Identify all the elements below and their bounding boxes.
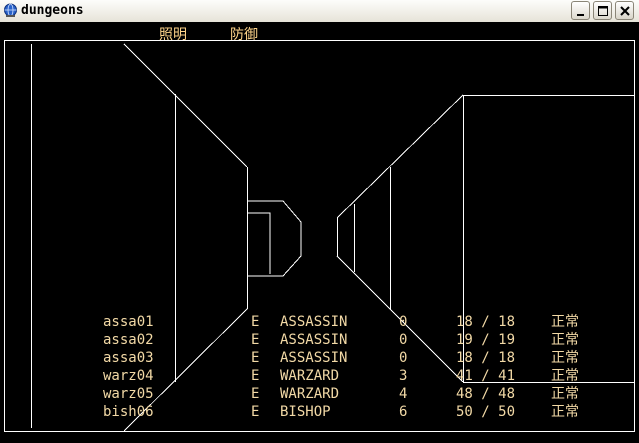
member-hp: 19 / 19 bbox=[456, 332, 516, 348]
member-name: warz05 bbox=[103, 386, 154, 402]
member-class: ASSASSIN bbox=[280, 350, 348, 366]
member-ac: 4 bbox=[399, 386, 408, 402]
member-status: 正常 bbox=[551, 368, 579, 384]
member-status: 正常 bbox=[551, 350, 579, 366]
member-ac: 0 bbox=[399, 332, 408, 348]
globe-icon bbox=[4, 3, 17, 17]
party-member-row[interactable]: assa03 E ASSASSIN 0 18 / 18 正常 bbox=[0, 349, 639, 367]
party-member-row[interactable]: assa02 E ASSASSIN 0 19 / 19 正常 bbox=[0, 331, 639, 349]
member-name: assa02 bbox=[103, 332, 154, 348]
minimize-icon bbox=[577, 14, 584, 16]
member-name: bish06 bbox=[103, 404, 154, 420]
close-button[interactable] bbox=[615, 1, 634, 20]
member-ac: 0 bbox=[399, 350, 408, 366]
window-title: dungeons bbox=[21, 3, 84, 18]
member-alignment: E bbox=[251, 314, 260, 330]
maximize-button[interactable] bbox=[593, 1, 612, 20]
member-class: ASSASSIN bbox=[280, 332, 348, 348]
member-name: assa01 bbox=[103, 314, 154, 330]
member-alignment: E bbox=[251, 386, 260, 402]
member-class: ASSASSIN bbox=[280, 314, 348, 330]
party-member-row[interactable]: warz04 E WARZARD 3 41 / 41 正常 bbox=[0, 367, 639, 385]
member-status: 正常 bbox=[551, 404, 579, 420]
close-icon bbox=[620, 6, 630, 16]
member-alignment: E bbox=[251, 368, 260, 384]
member-ac: 6 bbox=[399, 404, 408, 420]
member-name: warz04 bbox=[103, 368, 154, 384]
member-alignment: E bbox=[251, 350, 260, 366]
member-status: 正常 bbox=[551, 314, 579, 330]
door-outer bbox=[247, 200, 302, 277]
minimize-button[interactable] bbox=[571, 1, 590, 20]
member-hp: 50 / 50 bbox=[456, 404, 516, 420]
member-class: WARZARD bbox=[280, 368, 340, 384]
member-alignment: E bbox=[251, 404, 260, 420]
member-status: 正常 bbox=[551, 332, 579, 348]
door-inner bbox=[247, 212, 271, 274]
left-ceiling-diagonal bbox=[123, 43, 248, 168]
member-ac: 3 bbox=[399, 368, 408, 384]
member-hp: 18 / 18 bbox=[456, 314, 516, 330]
member-hp: 18 / 18 bbox=[456, 350, 516, 366]
maximize-icon bbox=[598, 6, 608, 16]
member-hp: 48 / 48 bbox=[456, 386, 516, 402]
member-class: WARZARD bbox=[280, 386, 340, 402]
member-ac: 0 bbox=[399, 314, 408, 330]
member-hp: 41 / 41 bbox=[456, 368, 516, 384]
member-name: assa03 bbox=[103, 350, 154, 366]
party-member-row[interactable]: bish06 E BISHOP 6 50 / 50 正常 bbox=[0, 403, 639, 421]
party-member-row[interactable]: assa01 E ASSASSIN 0 18 / 18 正常 bbox=[0, 313, 639, 331]
window-titlebar[interactable]: dungeons bbox=[0, 0, 639, 23]
member-class: BISHOP bbox=[280, 404, 331, 420]
right-ceiling-diagonal bbox=[336, 94, 464, 219]
member-status: 正常 bbox=[551, 386, 579, 402]
game-viewport[interactable]: 照明 防御 assa01 E ASSASSIN 0 18 / 18 正常 ass… bbox=[0, 22, 639, 443]
party-member-row[interactable]: warz05 E WARZARD 4 48 / 48 正常 bbox=[0, 385, 639, 403]
member-alignment: E bbox=[251, 332, 260, 348]
